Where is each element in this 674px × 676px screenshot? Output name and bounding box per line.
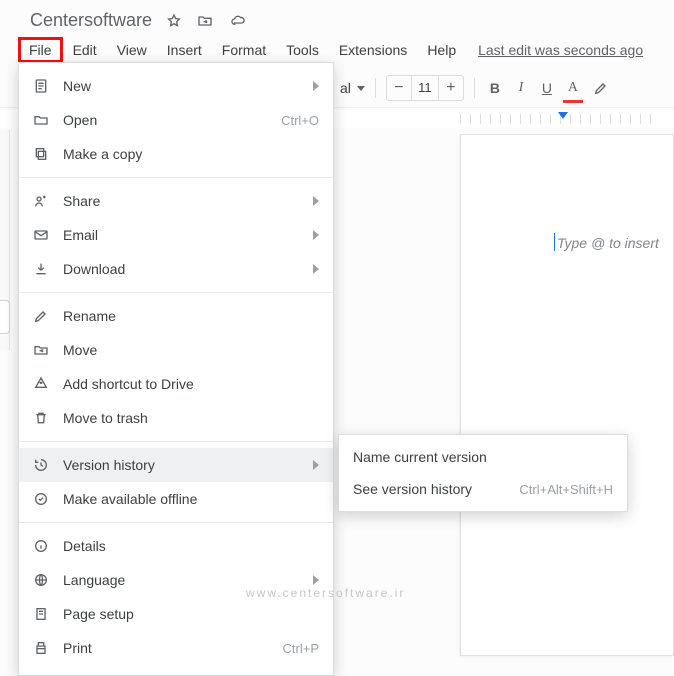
menu-separator [19,177,333,178]
name-current-version[interactable]: Name current version [339,441,627,473]
toolbar-separator [375,78,376,98]
page-setup-icon [33,606,63,622]
menu-label: Move [63,342,319,358]
menu-label: Name current version [353,449,613,465]
file-make-copy[interactable]: Make a copy [19,137,333,171]
print-icon [33,640,63,656]
menu-label: New [63,78,313,94]
menu-tools[interactable]: Tools [276,38,329,62]
last-edit-link[interactable]: Last edit was seconds ago [478,42,643,58]
cloud-status-icon[interactable] [228,13,248,29]
history-icon [33,457,63,473]
menu-help[interactable]: Help [417,38,466,62]
font-size-value[interactable]: 11 [411,76,439,100]
offline-icon [33,491,63,507]
copy-icon [33,146,63,162]
menu-label: Print [63,640,269,656]
move-folder-icon[interactable] [196,13,214,29]
menu-label: Version history [63,457,313,473]
menu-label: Make available offline [63,491,319,507]
menu-edit[interactable]: Edit [63,38,107,62]
file-move[interactable]: Move [19,333,333,367]
document-page[interactable]: Type @ to insert [460,134,674,656]
file-page-setup[interactable]: Page setup [19,597,333,631]
version-history-submenu: Name current version See version history… [338,434,628,512]
menu-label: Add shortcut to Drive [63,376,319,392]
font-size-decrease[interactable]: − [387,79,411,97]
menu-label: Rename [63,308,319,324]
file-details[interactable]: Details [19,529,333,563]
toolbar-separator [474,78,475,98]
share-icon [33,193,63,209]
menu-shortcut: Ctrl+O [269,113,319,128]
file-offline[interactable]: Make available offline [19,482,333,516]
globe-icon [33,572,63,588]
bold-button[interactable]: B [485,76,505,100]
file-open[interactable]: Open Ctrl+O [19,103,333,137]
file-share[interactable]: Share [19,184,333,218]
indent-marker-icon[interactable] [558,112,568,119]
menu-view[interactable]: View [107,38,157,62]
menu-separator [19,441,333,442]
star-icon[interactable] [166,13,182,29]
menu-separator [19,522,333,523]
file-print[interactable]: Print Ctrl+P [19,631,333,665]
menu-separator [19,292,333,293]
file-download[interactable]: Download [19,252,333,286]
trash-icon [33,410,63,426]
submenu-arrow-icon [313,193,319,209]
menu-label: Download [63,261,313,277]
menu-label: Page setup [63,606,319,622]
info-icon [33,538,63,554]
font-size-increase[interactable]: + [439,79,463,97]
text-cursor [554,233,555,251]
file-menu-dropdown: New Open Ctrl+O Make a copy Share Email … [18,62,334,676]
drive-shortcut-icon [33,376,63,392]
underline-button[interactable]: U [537,76,557,100]
menu-shortcut: Ctrl+Alt+Shift+H [519,482,613,497]
file-move-trash[interactable]: Move to trash [19,401,333,435]
move-icon [33,342,63,358]
submenu-arrow-icon [313,227,319,243]
italic-button[interactable]: I [511,76,531,100]
file-email[interactable]: Email [19,218,333,252]
download-icon [33,261,63,277]
see-version-history[interactable]: See version history Ctrl+Alt+Shift+H [339,473,627,505]
paragraph-style-dropdown[interactable]: al [340,80,365,96]
submenu-arrow-icon [313,78,319,94]
file-rename[interactable]: Rename [19,299,333,333]
menu-label: Move to trash [63,410,319,426]
document-icon [33,78,63,94]
outline-toggle[interactable] [0,300,10,334]
rename-icon [33,308,63,324]
document-title[interactable]: Centersoftware [30,10,152,31]
file-new[interactable]: New [19,69,333,103]
menu-label: Open [63,112,269,128]
menu-label: Email [63,227,313,243]
text-color-button[interactable]: A [563,76,583,100]
email-icon [33,227,63,243]
paragraph-style-label: al [340,80,351,96]
submenu-arrow-icon [313,261,319,277]
menu-shortcut: Ctrl+P [269,641,319,656]
file-add-shortcut[interactable]: Add shortcut to Drive [19,367,333,401]
file-version-history[interactable]: Version history [19,448,333,482]
menu-label: Make a copy [63,146,319,162]
menu-file[interactable]: File [18,37,63,63]
menu-label: Details [63,538,319,554]
highlight-button[interactable] [589,76,613,100]
folder-open-icon [33,112,63,128]
watermark-text: www.centersoftware.ir [246,586,405,600]
submenu-arrow-icon [313,457,319,473]
insert-hint: Type @ to insert [557,235,659,251]
font-size-stepper[interactable]: − 11 + [386,75,464,101]
menu-label: See version history [353,481,519,497]
menu-extensions[interactable]: Extensions [329,38,417,62]
menu-label: Share [63,193,313,209]
chevron-down-icon [357,86,365,91]
menu-insert[interactable]: Insert [157,38,212,62]
menu-format[interactable]: Format [212,38,276,62]
